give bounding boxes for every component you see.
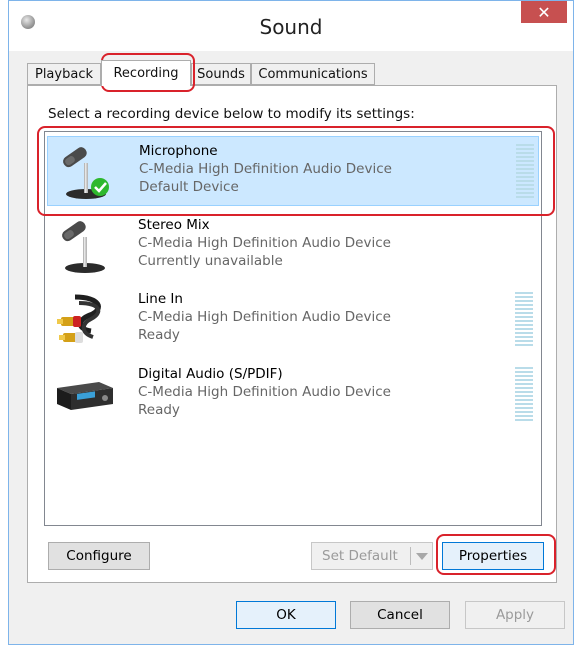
device-name: Stereo Mix — [138, 217, 210, 233]
device-name: Microphone — [139, 143, 218, 159]
device-list[interactable]: Microphone C-Media High Definition Audio… — [44, 131, 542, 526]
tab-playback[interactable]: Playback — [27, 63, 101, 85]
default-check-icon — [91, 178, 109, 196]
chevron-down-icon[interactable] — [416, 553, 428, 560]
device-name: Digital Audio (S/PDIF) — [138, 366, 283, 382]
level-meter — [516, 144, 534, 200]
recording-panel: Select a recording device below to modif… — [27, 85, 557, 583]
set-default-label: Set Default — [322, 548, 398, 564]
rca-cable-icon — [57, 294, 101, 343]
device-status: Currently unavailable — [138, 253, 283, 269]
device-item-line-in[interactable]: Line In C-Media High Definition Audio De… — [47, 285, 539, 355]
device-driver: C-Media High Definition Audio Device — [138, 309, 391, 325]
level-meter — [515, 367, 533, 423]
device-item-microphone[interactable]: Microphone C-Media High Definition Audio… — [47, 136, 539, 206]
device-status: Ready — [138, 402, 180, 418]
microphone-icon — [62, 221, 105, 273]
split-separator — [410, 547, 411, 565]
device-driver: C-Media High Definition Audio Device — [139, 161, 392, 177]
set-default-button[interactable]: Set Default — [311, 542, 433, 570]
cancel-button[interactable]: Cancel — [350, 601, 450, 629]
apply-button[interactable]: Apply — [465, 601, 565, 629]
device-driver: C-Media High Definition Audio Device — [138, 384, 391, 400]
level-meter — [515, 292, 533, 348]
device-item-stereo-mix[interactable]: Stereo Mix C-Media High Definition Audio… — [47, 211, 539, 281]
instruction-text: Select a recording device below to modif… — [48, 106, 415, 122]
device-item-digital-audio[interactable]: Digital Audio (S/PDIF) C-Media High Defi… — [47, 360, 539, 430]
tab-sounds[interactable]: Sounds — [191, 63, 251, 85]
device-status: Default Device — [139, 179, 239, 195]
device-status: Ready — [138, 327, 180, 343]
microphone-icon — [63, 147, 109, 199]
tab-recording[interactable]: Recording — [101, 60, 191, 86]
window-title: Sound — [259, 15, 323, 39]
configure-button[interactable]: Configure — [48, 542, 150, 570]
tab-communications[interactable]: Communications — [251, 63, 375, 85]
close-button[interactable]: ✕ — [521, 1, 567, 23]
device-name: Line In — [138, 291, 183, 307]
device-driver: C-Media High Definition Audio Device — [138, 235, 391, 251]
digital-audio-device-icon — [57, 382, 113, 410]
ok-button[interactable]: OK — [236, 601, 336, 629]
properties-button[interactable]: Properties — [442, 542, 544, 570]
title-bar[interactable]: Sound ✕ — [9, 1, 573, 51]
